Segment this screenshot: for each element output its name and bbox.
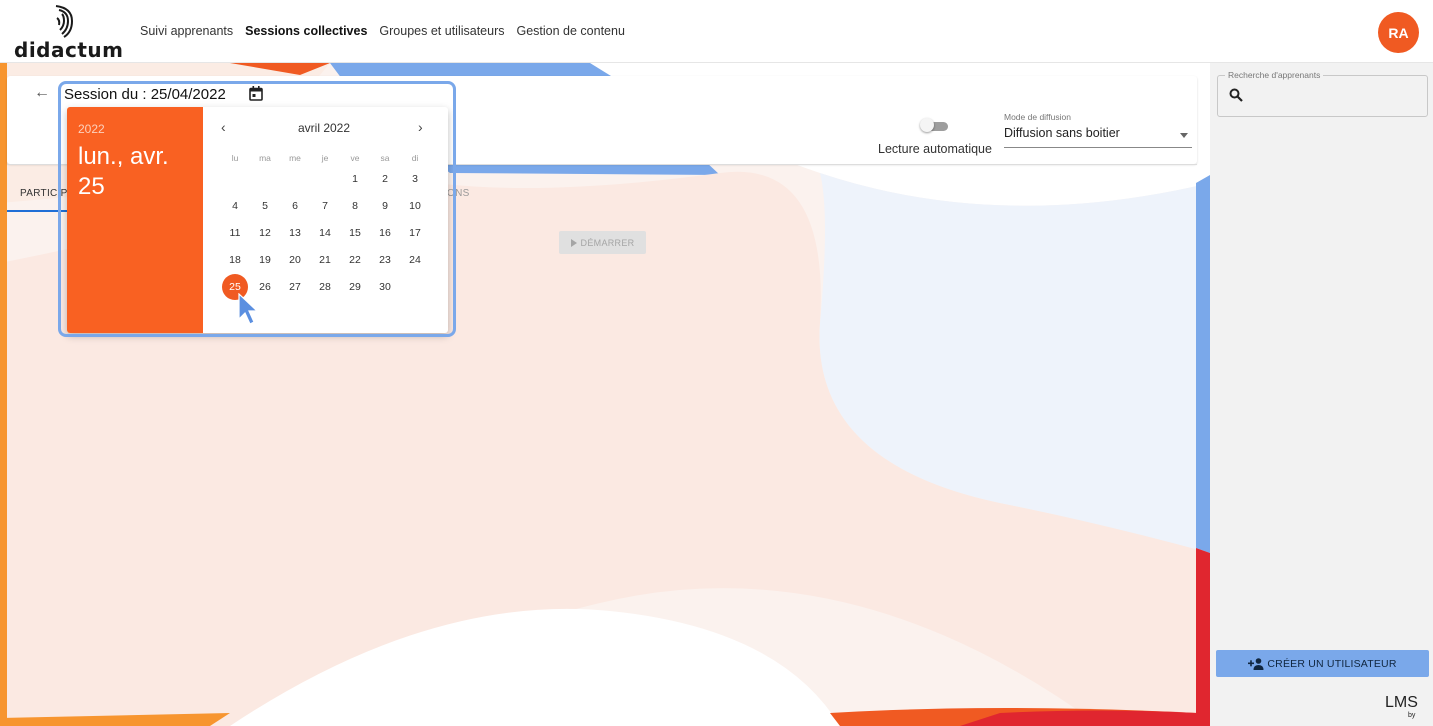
main-nav: Suivi apprenants Sessions collectives Gr… xyxy=(140,24,625,38)
autoplay-label: Lecture automatique xyxy=(878,142,992,156)
play-icon xyxy=(570,238,577,247)
user-avatar[interactable]: RA xyxy=(1378,12,1419,53)
toggle-thumb xyxy=(920,118,934,132)
mouse-cursor-icon xyxy=(238,293,258,325)
autoplay-toggle[interactable] xyxy=(920,118,948,132)
mode-label: Mode de diffusion xyxy=(1004,112,1071,122)
mode-select[interactable]: Diffusion sans boitier xyxy=(1004,126,1192,148)
logo-text: didactum xyxy=(14,38,124,62)
nav-gestion-contenu[interactable]: Gestion de contenu xyxy=(516,24,624,38)
didactum-logo[interactable]: didactum xyxy=(14,4,124,62)
top-header: didactum Suivi apprenants Sessions colle… xyxy=(0,0,1433,63)
nav-groupes-utilisateurs[interactable]: Groupes et utilisateurs xyxy=(379,24,504,38)
add-user-icon xyxy=(1248,657,1264,670)
chevron-down-icon xyxy=(1180,133,1188,138)
lms-brand-sub: by xyxy=(1408,712,1416,719)
start-button[interactable]: DÉMARRER xyxy=(559,231,646,254)
search-input[interactable] xyxy=(1217,75,1428,117)
search-label: Recherche d'apprenants xyxy=(1225,70,1324,80)
nav-sessions-collectives[interactable]: Sessions collectives xyxy=(245,24,367,38)
nav-suivi-apprenants[interactable]: Suivi apprenants xyxy=(140,24,233,38)
create-user-label: CRÉER UN UTILISATEUR xyxy=(1267,657,1397,670)
right-panel xyxy=(1210,63,1433,726)
fingerprint-logo-icon xyxy=(55,5,74,38)
mode-value: Diffusion sans boitier xyxy=(1004,126,1120,140)
lms-brand: LMS xyxy=(1385,694,1418,711)
create-user-button[interactable]: CRÉER UN UTILISATEUR xyxy=(1216,650,1429,677)
start-button-label: DÉMARRER xyxy=(580,237,635,248)
search-icon xyxy=(1229,88,1243,102)
back-arrow-icon[interactable]: ← xyxy=(34,84,50,102)
